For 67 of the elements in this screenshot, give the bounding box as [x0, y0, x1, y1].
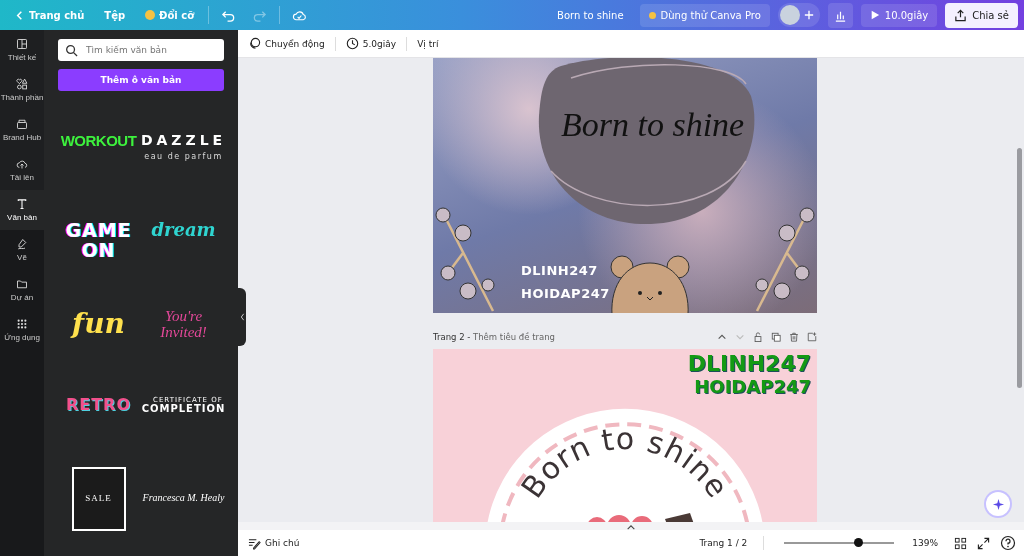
- vertical-scrollbar[interactable]: [1017, 148, 1022, 388]
- search-field[interactable]: Tìm kiếm văn bản: [58, 39, 224, 61]
- handle-text: HOIDAP247: [694, 376, 811, 397]
- collaborators-button[interactable]: [777, 3, 820, 27]
- play-icon: [869, 10, 880, 20]
- magic-sparkle-button[interactable]: [986, 492, 1010, 516]
- briefcase-icon: [16, 118, 28, 130]
- present-button[interactable]: 10.0giây: [860, 3, 938, 27]
- text-style-preset[interactable]: WORKOUT: [58, 103, 139, 191]
- back-chevron-icon: [14, 9, 25, 21]
- add-page-icon[interactable]: [807, 332, 817, 342]
- share-icon: [954, 8, 968, 22]
- plus-icon: [803, 10, 814, 20]
- script-heading: Born to shine: [561, 106, 745, 144]
- fullscreen-icon[interactable]: [977, 536, 990, 550]
- text-style-preset[interactable]: dream: [143, 191, 224, 279]
- rail-tab[interactable]: Văn bản: [0, 190, 44, 230]
- text-style-preset[interactable]: fun: [58, 279, 139, 367]
- handle-text: DLINH247: [521, 263, 599, 278]
- design-title[interactable]: Born to shine: [557, 9, 624, 21]
- search-icon: [65, 43, 78, 57]
- share-button[interactable]: Chia sẻ: [945, 2, 1018, 28]
- handle-text: DLINH247: [687, 351, 811, 376]
- folder-icon: [16, 278, 28, 290]
- grid-view-icon[interactable]: [954, 536, 967, 550]
- notes-icon: [248, 536, 261, 550]
- pro-trial-button[interactable]: Dùng thử Canva Pro: [639, 3, 770, 27]
- text-style-preset[interactable]: Francesca M. Healy: [143, 455, 224, 543]
- horizontal-scrollbar[interactable]: [238, 522, 1024, 530]
- insights-button[interactable]: [827, 2, 853, 28]
- animation-icon: [248, 37, 261, 50]
- page-title[interactable]: Trang 2 - Thêm tiêu đề trang: [433, 332, 555, 342]
- position-button[interactable]: Vị trí: [413, 34, 443, 53]
- sparkle-icon: [991, 497, 1005, 511]
- rail-tab[interactable]: Thiết kế: [0, 30, 44, 70]
- text-style-preset[interactable]: GAME ON: [58, 191, 139, 279]
- page-indicator[interactable]: Trang 1 / 2: [695, 534, 752, 552]
- add-text-box-button[interactable]: Thêm ô văn bản: [58, 69, 224, 91]
- duplicate-icon[interactable]: [771, 332, 781, 342]
- design-page[interactable]: Born to shine DLINH247 HOIDAP247: [433, 58, 817, 313]
- notes-button[interactable]: Ghi chú: [244, 532, 304, 554]
- help-icon[interactable]: [1000, 535, 1016, 551]
- duration-button[interactable]: 5.0giây: [341, 33, 401, 54]
- text-icon: [16, 198, 28, 210]
- clock-icon: [345, 37, 359, 50]
- zoom-percentage[interactable]: 139%: [912, 538, 938, 548]
- chevron-up-icon[interactable]: [626, 524, 636, 531]
- animate-button[interactable]: Chuyển động: [244, 33, 329, 54]
- pen-icon: [16, 238, 28, 250]
- text-style-preset[interactable]: You're Invited!: [143, 279, 224, 367]
- rail-tab[interactable]: Thành phần: [0, 70, 44, 110]
- text-style-preset[interactable]: DAZZLE eau de parfum: [143, 103, 224, 191]
- chevron-left-icon: [239, 313, 245, 321]
- upload-icon: [16, 158, 28, 170]
- layout-icon: [16, 38, 28, 50]
- lock-icon[interactable]: [753, 332, 763, 342]
- rail-tab[interactable]: Brand Hub: [0, 110, 44, 150]
- avatar-icon: [779, 5, 800, 25]
- chevron-up-icon[interactable]: [717, 332, 727, 342]
- text-style-preset[interactable]: RETRO: [58, 367, 139, 455]
- trash-icon[interactable]: [789, 332, 799, 342]
- rail-tab[interactable]: Tải lên: [0, 150, 44, 190]
- text-style-preset[interactable]: SALE: [71, 467, 126, 531]
- shapes-icon: [16, 78, 28, 90]
- apps-icon: [16, 318, 28, 330]
- collapse-panel-handle[interactable]: [238, 288, 246, 346]
- handle-text: HOIDAP247: [521, 286, 610, 301]
